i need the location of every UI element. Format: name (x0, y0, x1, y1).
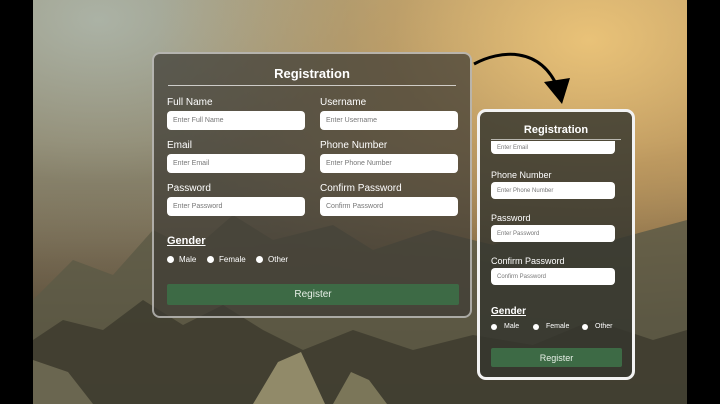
mobile-confirm-password-input[interactable]: Confirm Password (491, 268, 615, 285)
arrow-icon (473, 52, 570, 104)
mobile-password-label: Password (491, 213, 531, 223)
gender-option-label: Male (504, 323, 520, 330)
gender-option-label: Male (179, 255, 197, 264)
mobile-confirm-password-label: Confirm Password (491, 256, 565, 266)
mobile-title-divider (491, 139, 621, 140)
mobile-gender-option-male[interactable]: Male (491, 323, 519, 330)
mobile-register-button[interactable]: Register (491, 348, 622, 367)
full-name-label: Full Name (167, 97, 213, 108)
password-input[interactable]: Enter Password (167, 197, 305, 216)
gender-option-label: Female (546, 323, 570, 330)
radio-button-icon (491, 323, 497, 330)
username-input[interactable]: Enter Username (320, 111, 458, 130)
full-name-input[interactable]: Enter Full Name (167, 111, 305, 130)
radio-button-icon (207, 256, 214, 263)
mobile-phone-label: Phone Number (491, 170, 552, 180)
gender-option-label: Female (219, 255, 246, 264)
gender-option-label: Other (268, 255, 289, 264)
confirm-password-label: Confirm Password (320, 183, 402, 194)
phone-input[interactable]: Enter Phone Number (320, 154, 458, 173)
desktop-form-title: Registration (274, 66, 350, 81)
username-label: Username (320, 97, 367, 108)
gender-option-female[interactable]: Female (207, 255, 246, 264)
mobile-gender-option-other[interactable]: Other (582, 323, 613, 330)
mobile-password-input[interactable]: Enter Password (491, 225, 615, 242)
mobile-registration-card: Registration Enter Email Phone Number En… (477, 109, 635, 380)
desktop-registration-card: Registration Full Name Enter Full Name U… (152, 52, 472, 318)
title-divider (168, 85, 456, 86)
phone-label: Phone Number (320, 140, 388, 151)
mobile-email-input[interactable]: Enter Email (491, 141, 615, 154)
password-label: Password (167, 183, 211, 194)
gender-option-other[interactable]: Other (256, 255, 288, 264)
email-label: Email (167, 140, 193, 151)
radio-button-icon (167, 256, 174, 263)
mobile-phone-input[interactable]: Enter Phone Number (491, 182, 615, 199)
mobile-form-title: Registration (523, 124, 589, 136)
confirm-password-input[interactable]: Confirm Password (320, 197, 458, 216)
gender-option-male[interactable]: Male (167, 255, 196, 264)
mobile-gender-title: Gender (491, 306, 527, 317)
radio-button-icon (582, 323, 588, 330)
radio-button-icon (533, 323, 539, 330)
gender-title: Gender (167, 235, 206, 247)
email-input[interactable]: Enter Email (167, 154, 305, 173)
gender-option-label: Other (595, 323, 613, 330)
mobile-gender-option-female[interactable]: Female (533, 323, 569, 330)
register-button[interactable]: Register (167, 284, 459, 305)
radio-button-icon (256, 256, 263, 263)
